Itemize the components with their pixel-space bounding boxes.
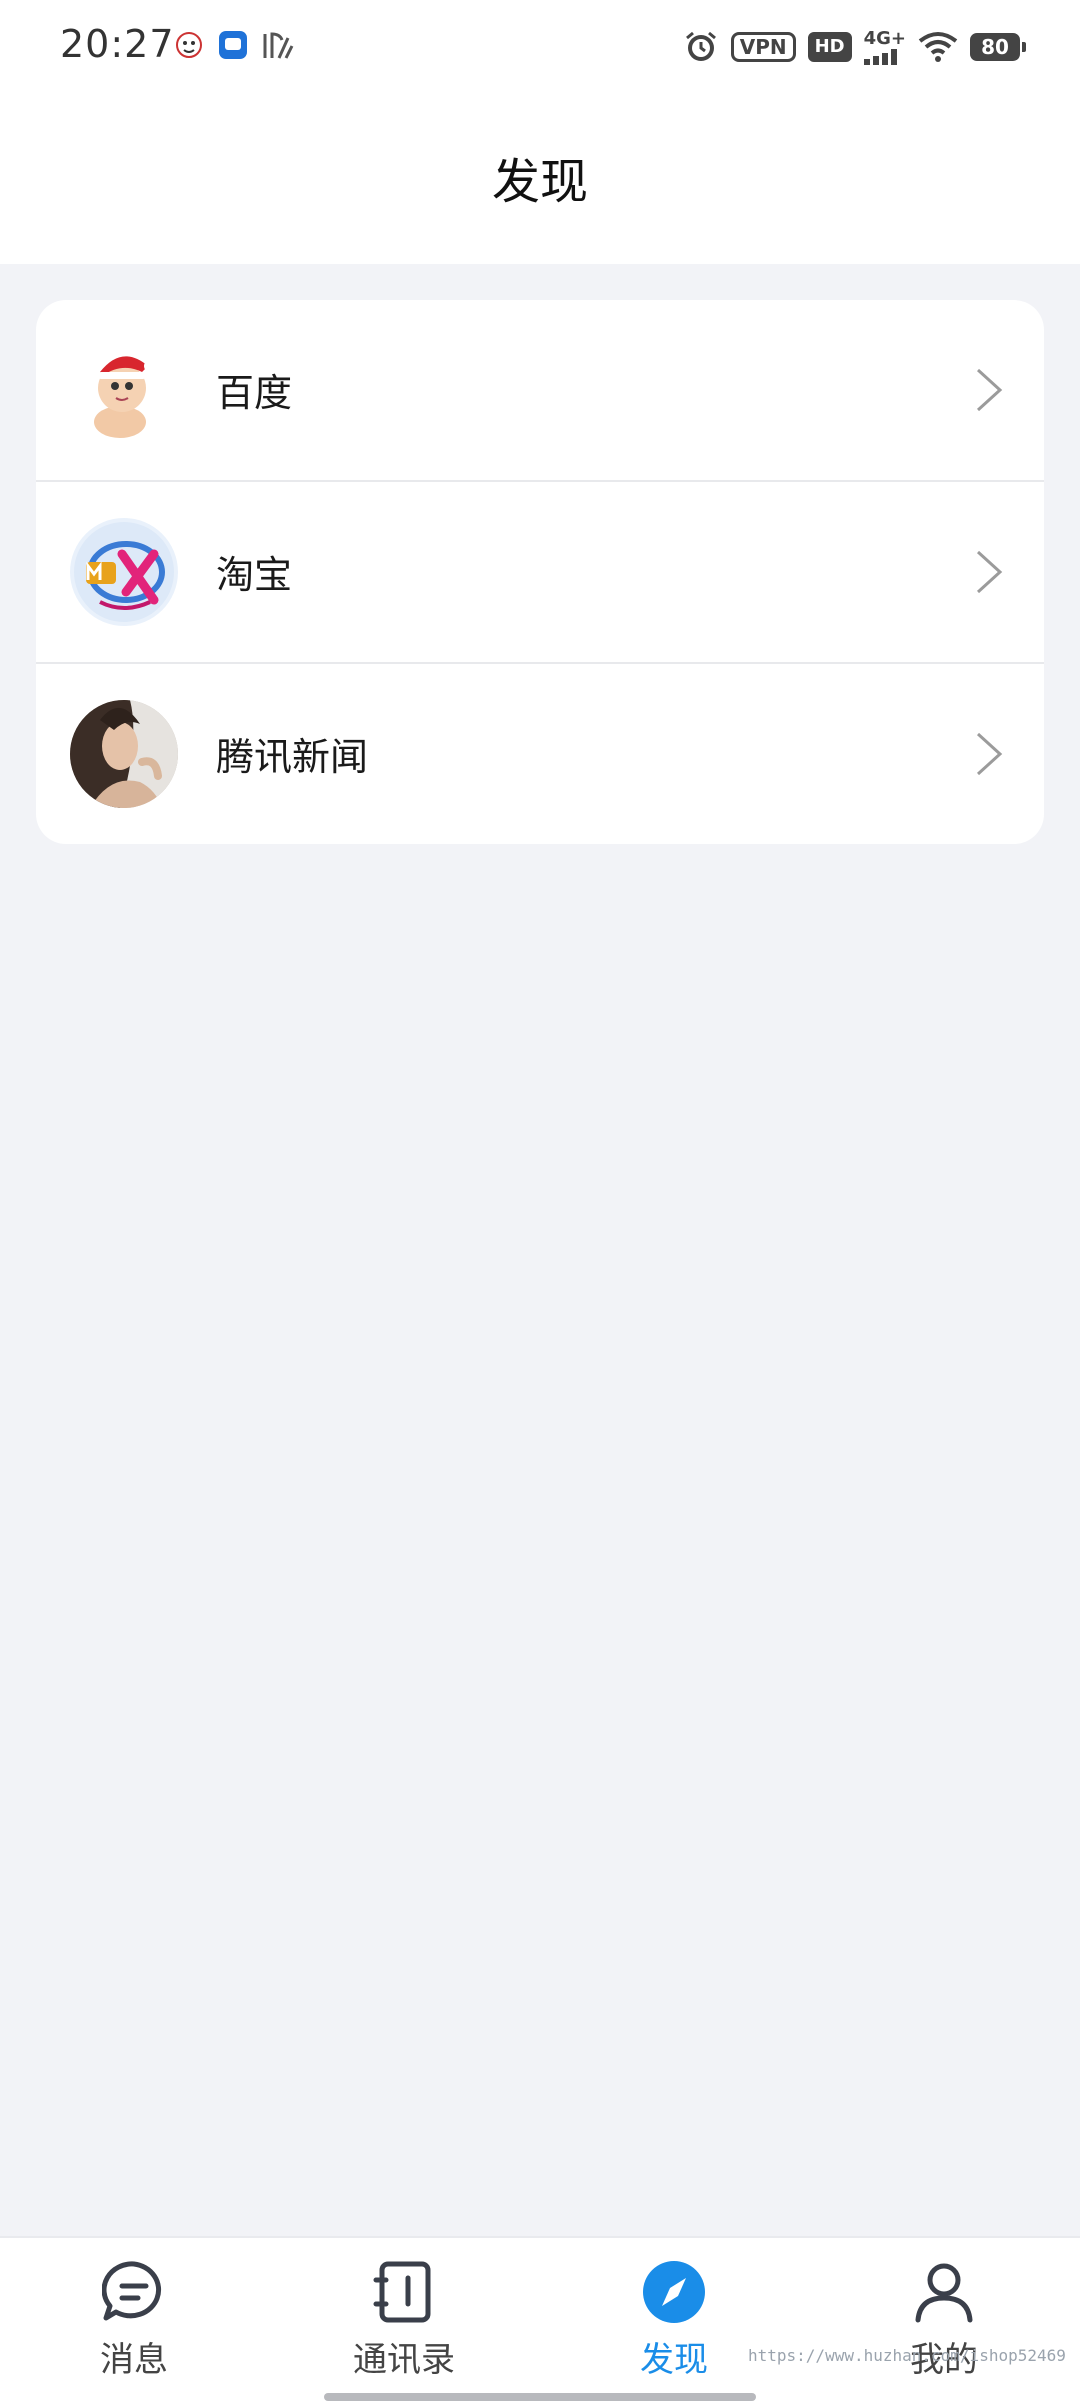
item-label: 百度: [216, 371, 293, 415]
system-status-icons: VPN HD 4G+ 80: [683, 28, 1026, 65]
notification-icons: [174, 30, 294, 60]
list-item-baidu[interactable]: 百度: [36, 300, 1044, 482]
chat-icon: [102, 2261, 162, 2321]
chevron-right-icon: [976, 368, 1003, 412]
home-indicator[interactable]: [324, 2393, 756, 2401]
tab-messages[interactable]: 消息: [34, 2260, 234, 2390]
tab-label: 消息: [100, 2340, 168, 2380]
network-type: 4G+: [863, 28, 906, 49]
chevron-right-icon: [976, 732, 1003, 776]
contacts-icon: [373, 2261, 431, 2323]
discover-list: 百度 淘宝 腾讯新闻: [36, 300, 1044, 844]
list-item-tencent-news[interactable]: 腾讯新闻: [36, 664, 1044, 844]
tab-discover[interactable]: 发现: [574, 2260, 774, 2390]
page-title: 发现: [491, 154, 588, 210]
person-icon: [915, 2263, 973, 2323]
header: 发现: [0, 100, 1080, 264]
bottom-tab-bar: 消息 通讯录 发现 我的: [0, 2236, 1080, 2404]
watermark: https://www.huzhan.com/ishop52469: [748, 2346, 1066, 2365]
tab-label: 通讯录: [353, 2340, 455, 2380]
hd-badge: HD: [807, 31, 852, 62]
tab-contacts[interactable]: 通讯录: [304, 2260, 504, 2390]
status-time: 20:27: [60, 22, 175, 66]
chevron-right-icon: [976, 550, 1003, 594]
signal-bars-icon: [863, 49, 897, 65]
tab-label: 发现: [640, 2340, 708, 2380]
vpn-badge: VPN: [730, 31, 796, 62]
mx-logo-avatar-icon: [70, 518, 178, 626]
list-item-taobao[interactable]: 淘宝: [36, 482, 1044, 664]
cellular-signal: 4G+: [863, 28, 906, 65]
avatar: [70, 700, 178, 808]
status-bar: 20:27 VPN HD 4G+ 80: [0, 0, 1080, 100]
message-app-icon: [219, 31, 247, 59]
alarm-icon: [685, 31, 716, 61]
item-label: 淘宝: [216, 553, 293, 597]
app-notification-icon: [176, 32, 202, 58]
avatar: [70, 336, 178, 444]
baby-avatar-icon: [70, 336, 178, 444]
battery-indicator: 80: [970, 32, 1026, 61]
compass-icon: [643, 2261, 705, 2323]
wifi-icon: [918, 31, 958, 62]
avatar: [70, 518, 178, 626]
item-label: 腾讯新闻: [216, 735, 369, 779]
app-stripes-icon: [263, 32, 294, 59]
portrait-avatar-icon: [70, 700, 178, 808]
tab-me[interactable]: 我的: [844, 2260, 1044, 2390]
